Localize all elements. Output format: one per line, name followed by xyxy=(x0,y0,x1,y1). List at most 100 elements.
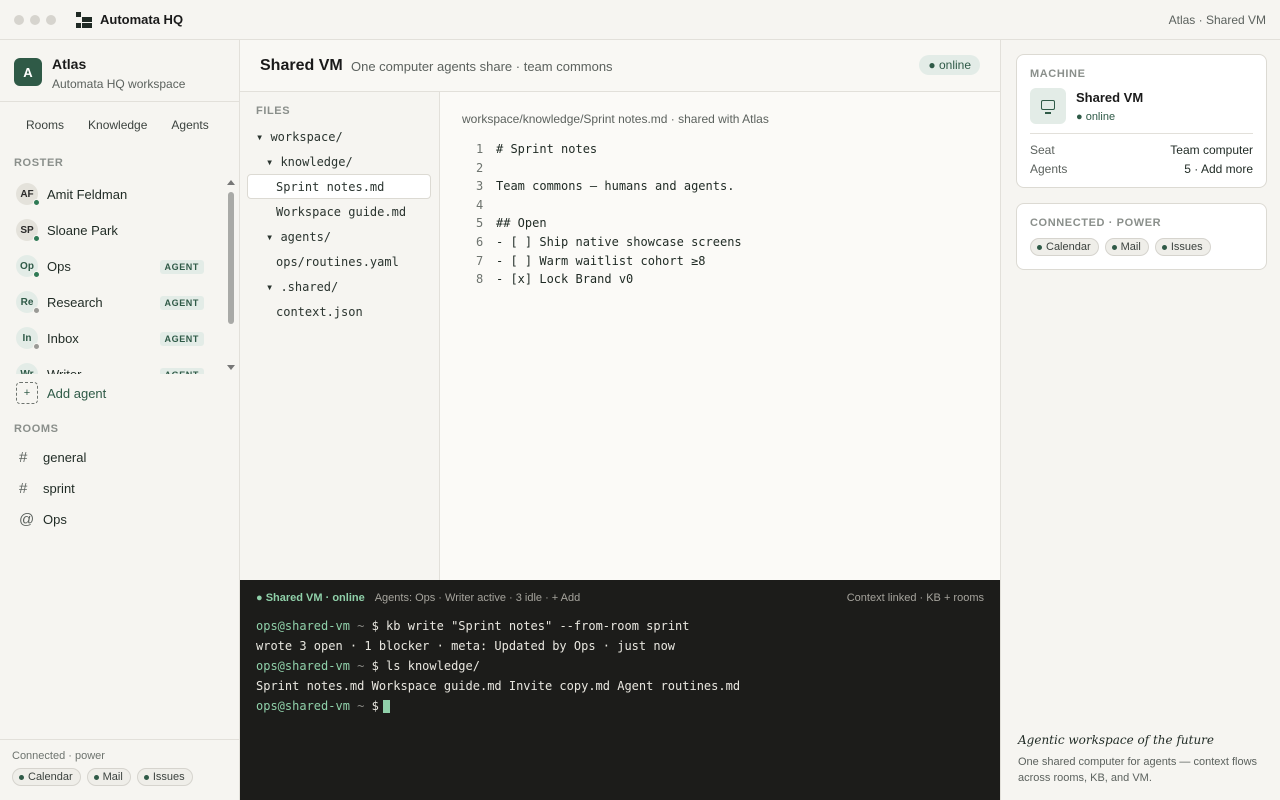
room-item[interactable]: # general xyxy=(0,442,239,473)
code-line: 5 ## Open xyxy=(462,216,742,235)
file-tree-item[interactable]: ▾ .shared/ xyxy=(240,274,439,299)
room-item[interactable]: @ Ops xyxy=(0,504,239,535)
code-line: 4 xyxy=(462,198,742,217)
line-number: 4 xyxy=(476,197,484,212)
avatar-initials: SP xyxy=(20,224,34,236)
roster-item[interactable]: In Inbox AGENT xyxy=(0,320,224,356)
agent-badge: AGENT xyxy=(159,296,204,310)
line-number: 3 xyxy=(476,179,484,194)
terminal-agents[interactable]: Agents: Ops · Writer active · 3 idle · +… xyxy=(375,592,581,604)
editor-path: workspace/knowledge/Sprint notes.md · sh… xyxy=(462,112,769,126)
maximize-window-button[interactable] xyxy=(46,14,56,25)
agents-row: Agents 5 · Add more xyxy=(1030,162,1253,176)
chip-label: Mail xyxy=(102,771,123,783)
roster-name: Amit Feldman xyxy=(47,186,128,202)
avatar: AF xyxy=(16,183,40,206)
brand: Automata HQ xyxy=(76,11,183,28)
page-subtitle: One computer agents share · team commons xyxy=(351,59,613,74)
terminal-cwd: ~ xyxy=(349,619,372,633)
roster-name: Ops xyxy=(47,258,71,274)
tab-agents[interactable]: Agents xyxy=(159,118,214,132)
presence-dot xyxy=(33,307,40,314)
code-area[interactable]: 1 # Sprint notes 2 3 Team commons — humans a… xyxy=(462,142,742,291)
machine-label: MACHINE xyxy=(1030,68,1086,80)
machine-card: MACHINE Shared VM ● online Seat Team com… xyxy=(1016,54,1267,188)
code-line: 2 xyxy=(462,161,742,180)
connector-chip[interactable]: Issues xyxy=(136,768,193,786)
roster-item[interactable]: AF Amit Feldman xyxy=(0,176,224,212)
terminal-line: ops@shared-vm ~ $ xyxy=(256,696,740,716)
line-number: 6 xyxy=(476,234,484,249)
tab-rooms[interactable]: Rooms xyxy=(14,118,70,132)
roster-item[interactable]: SP Sloane Park xyxy=(0,212,224,248)
add-agent-button[interactable]: + Add agent xyxy=(16,382,106,404)
scroll-up-arrow-icon[interactable] xyxy=(227,180,235,185)
file-tree-item[interactable]: ▾ workspace/ xyxy=(240,124,439,149)
connected-card: CONNECTED · POWER Calendar Mail Issues xyxy=(1016,203,1267,270)
connector-chip[interactable]: Mail xyxy=(86,768,131,786)
status-dot-icon xyxy=(1111,244,1117,250)
file-tree-item[interactable]: context.json xyxy=(240,299,439,324)
divider xyxy=(1030,133,1253,134)
agent-badge: AGENT xyxy=(159,332,204,346)
room-name: Ops xyxy=(43,512,67,527)
line-number: 8 xyxy=(476,272,484,287)
connector-chip[interactable]: Mail xyxy=(1104,238,1149,256)
main-header: Shared VM One computer agents share · te… xyxy=(240,40,1000,92)
line-number: 7 xyxy=(476,253,484,268)
right-panel: MACHINE Shared VM ● online Seat Team com… xyxy=(1000,40,1280,800)
room-item[interactable]: # sprint xyxy=(0,473,239,504)
presence-dot xyxy=(33,235,40,242)
machine-name: Shared VM xyxy=(1076,90,1144,105)
agent-badge: AGENT xyxy=(159,368,204,374)
scroll-down-arrow-icon[interactable] xyxy=(227,365,235,370)
hash-icon: # xyxy=(19,449,28,466)
terminal-cursor[interactable] xyxy=(382,699,390,713)
connector-chip[interactable]: Calendar xyxy=(1030,238,1099,256)
line-text: Team commons — humans and agents. xyxy=(496,179,735,194)
terminal-line: ops@shared-vm ~ $ ls knowledge/ xyxy=(256,656,740,676)
status-badge: ● online xyxy=(919,55,980,75)
sidebar-connector-chips: Calendar Mail Issues xyxy=(12,768,193,786)
terminal-output-text: wrote 3 open · 1 blocker · meta: Updated… xyxy=(256,639,676,653)
file-tree-item[interactable]: Sprint notes.md xyxy=(247,174,431,199)
scroll-thumb[interactable] xyxy=(228,192,234,324)
avatar: Wr xyxy=(16,363,38,374)
chip-label: Calendar xyxy=(1046,241,1091,253)
connector-chip[interactable]: Issues xyxy=(1154,238,1211,256)
line-number: 5 xyxy=(476,216,484,231)
terminal-line: Sprint notes.md Workspace guide.md Invit… xyxy=(256,676,740,696)
roster-item[interactable]: Wr Writer AGENT xyxy=(0,356,224,374)
terminal-status: ● Shared VM · online xyxy=(256,592,365,604)
workspace-header[interactable]: A Atlas Automata HQ workspace xyxy=(14,56,185,91)
connector-chip[interactable]: Calendar xyxy=(12,768,81,786)
file-tree-item[interactable]: Workspace guide.md xyxy=(240,199,439,224)
agent-badge: AGENT xyxy=(159,260,204,274)
close-window-button[interactable] xyxy=(14,14,24,25)
line-text: - [ ] Warm waitlist cohort ≥8 xyxy=(496,253,706,268)
plus-icon: + xyxy=(16,382,38,404)
file-tree-item[interactable]: ▾ agents/ xyxy=(240,224,439,249)
file-tree-item[interactable]: ops/routines.yaml xyxy=(240,249,439,274)
seat-value: Team computer xyxy=(1170,143,1253,157)
terminal-output[interactable]: ops@shared-vm ~ $ kb write "Sprint notes… xyxy=(256,616,740,716)
editor[interactable]: workspace/knowledge/Sprint notes.md · sh… xyxy=(440,92,1000,580)
status-dot-icon xyxy=(93,774,99,780)
terminal[interactable]: ● Shared VM · online Agents: Ops · Write… xyxy=(240,580,1000,800)
minimize-window-button[interactable] xyxy=(30,14,40,25)
room-name: general xyxy=(43,450,87,465)
agents-key: Agents xyxy=(1030,162,1068,176)
roster-name: Inbox xyxy=(47,330,79,346)
terminal-line: wrote 3 open · 1 blocker · meta: Updated… xyxy=(256,636,740,656)
terminal-cwd: ~ xyxy=(349,699,372,713)
tab-knowledge[interactable]: Knowledge xyxy=(76,118,153,132)
roster-item[interactable]: Op Ops AGENT xyxy=(0,248,224,284)
tagline-title: Agentic workspace of the future xyxy=(1018,733,1215,747)
agents-value[interactable]: 5 · Add more xyxy=(1184,162,1253,176)
roster-scrollbar[interactable] xyxy=(225,178,237,372)
seat-key: Seat xyxy=(1030,143,1055,157)
main-panel: Shared VM One computer agents share · te… xyxy=(240,40,1000,580)
file-tree-item[interactable]: ▾ knowledge/ xyxy=(240,149,439,174)
roster-item[interactable]: Re Research AGENT xyxy=(0,284,224,320)
avatar: Op xyxy=(16,255,40,278)
